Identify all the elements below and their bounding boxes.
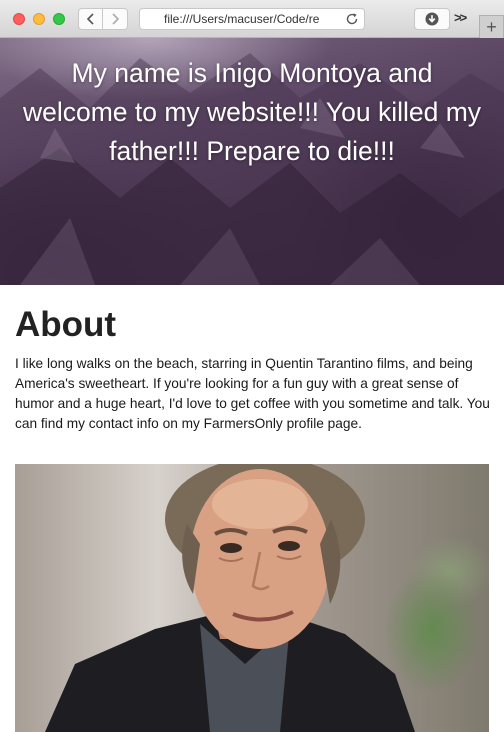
- portrait-illustration: [45, 464, 415, 732]
- close-window-button[interactable]: [13, 13, 25, 25]
- reload-icon[interactable]: [344, 11, 360, 27]
- overflow-icon[interactable]: >>: [454, 10, 467, 25]
- browser-toolbar: file:///Users/macuser/Code/re >> +: [0, 0, 504, 38]
- url-text: file:///Users/macuser/Code/re: [164, 12, 320, 26]
- profile-photo: [15, 464, 489, 732]
- about-heading: About: [15, 305, 117, 344]
- new-tab-button[interactable]: +: [479, 15, 504, 38]
- about-text: I like long walks on the beach, starring…: [15, 356, 490, 431]
- minimize-window-button[interactable]: [33, 13, 45, 25]
- hero-banner: My name is Inigo Montoya and welcome to …: [0, 38, 504, 285]
- url-fade: [318, 10, 342, 28]
- downloads-button[interactable]: [414, 8, 450, 30]
- zoom-window-button[interactable]: [53, 13, 65, 25]
- hero-title: My name is Inigo Montoya and welcome to …: [22, 58, 482, 166]
- plus-icon: +: [486, 17, 497, 37]
- forward-icon: [112, 13, 120, 25]
- forward-button[interactable]: [103, 8, 128, 30]
- back-button[interactable]: [78, 8, 103, 30]
- back-icon: [86, 13, 94, 25]
- download-icon: [425, 12, 439, 26]
- address-bar[interactable]: file:///Users/macuser/Code/re: [139, 8, 365, 30]
